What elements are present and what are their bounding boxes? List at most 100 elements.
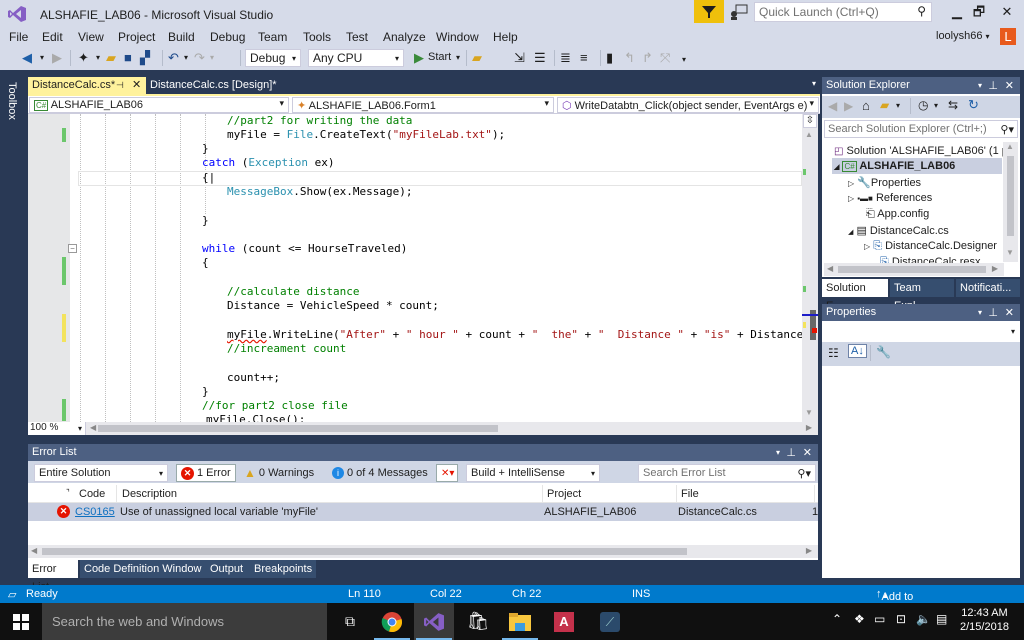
error-list-horizontal-scrollbar[interactable]: ◀ ▶ bbox=[28, 545, 818, 558]
menu-window[interactable]: Window bbox=[436, 30, 479, 44]
scroll-up-arrow[interactable]: ▲ bbox=[805, 130, 813, 139]
class-dropdown[interactable]: ✦ ALSHAFIE_LAB06.Form1 ▾ bbox=[292, 97, 554, 113]
filter-current-document-button[interactable]: ✕▾ bbox=[436, 464, 458, 482]
warnings-filter-button[interactable]: ▲ 0 Warnings bbox=[240, 464, 318, 482]
solution-explorer-vertical-scrollbar[interactable]: ▲ ▼ bbox=[1003, 142, 1018, 262]
error-row[interactable]: ✕ CS0165 Use of unassigned local variabl… bbox=[28, 503, 818, 521]
scroll-right-arrow[interactable]: ▶ bbox=[806, 423, 812, 432]
close-panel-icon[interactable]: ✕ bbox=[1005, 306, 1014, 319]
build-source-dropdown[interactable]: Build + IntelliSense ▾ bbox=[466, 464, 600, 482]
categorized-icon[interactable]: ☷ bbox=[828, 346, 839, 360]
tab-distancecalc-cs[interactable]: DistanceCalc.cs* ⊣ ✕ bbox=[28, 77, 146, 94]
taskbar-clock[interactable]: 12:43 AM 2/15/2018 bbox=[960, 606, 1009, 634]
configuration-dropdown[interactable]: Debug ▾ bbox=[245, 49, 301, 67]
start-play-icon[interactable]: ▶ bbox=[414, 50, 424, 66]
menu-team[interactable]: Team bbox=[258, 30, 287, 44]
menu-debug[interactable]: Debug bbox=[210, 30, 245, 44]
close-tab-icon[interactable]: ✕ bbox=[132, 77, 141, 94]
split-window-button[interactable]: ⇳ bbox=[803, 114, 817, 128]
hscroll-thumb[interactable] bbox=[42, 548, 687, 555]
close-window-button[interactable]: ✕ bbox=[990, 2, 1024, 24]
menu-analyze[interactable]: Analyze bbox=[383, 30, 426, 44]
feedback-icon[interactable] bbox=[730, 4, 748, 20]
pin-icon[interactable]: ⊥ bbox=[988, 306, 998, 319]
panel-dropdown-icon[interactable]: ▾ bbox=[776, 448, 780, 457]
menu-help[interactable]: Help bbox=[493, 30, 518, 44]
battery-icon[interactable]: ▭ bbox=[874, 612, 885, 626]
clear-bookmarks-icon[interactable]: ⤧ bbox=[660, 50, 670, 66]
menu-build[interactable]: Build bbox=[168, 30, 195, 44]
property-pages-wrench-icon[interactable]: 🔧 bbox=[876, 345, 891, 359]
tree-item-references[interactable]: ▷ ▪▬■ References bbox=[848, 192, 932, 204]
scope-dropdown[interactable]: Entire Solution ▾ bbox=[34, 464, 168, 482]
undo-dropdown-icon[interactable]: ▾ bbox=[184, 53, 188, 62]
pin-icon[interactable]: ⊥ bbox=[988, 79, 998, 92]
solution-explorer-horizontal-scrollbar[interactable]: ◀ ▶ bbox=[824, 263, 1004, 276]
tree-item-solution[interactable]: ◰ Solution 'ALSHAFIE_LAB06' (1 pr bbox=[834, 145, 1012, 157]
editor-vertical-scrollbar[interactable]: ⇳ ▲ ▼ bbox=[802, 114, 818, 422]
toolbar-overflow-icon[interactable]: ▾ bbox=[682, 55, 686, 64]
refresh-icon[interactable]: ↻ bbox=[968, 97, 979, 113]
tab-notifications[interactable]: Notificati... bbox=[956, 279, 1020, 297]
menu-test[interactable]: Test bbox=[346, 30, 368, 44]
navigate-forward-icon[interactable]: ▶ bbox=[52, 50, 62, 66]
taskbar-access[interactable]: A bbox=[544, 603, 584, 640]
navigate-back-icon[interactable]: ◀ bbox=[22, 50, 32, 66]
start-button[interactable] bbox=[0, 603, 42, 640]
pin-icon[interactable]: ⊥ bbox=[786, 446, 796, 459]
dropbox-icon[interactable]: ❖ bbox=[854, 612, 865, 626]
pin-icon[interactable]: ⊣ bbox=[116, 77, 124, 94]
column-code[interactable]: Code bbox=[79, 488, 105, 500]
column-project[interactable]: Project bbox=[547, 488, 581, 500]
show-threads-icon[interactable]: ☰ bbox=[534, 50, 546, 66]
toolbox-sidebar[interactable]: Toolbox bbox=[0, 76, 24, 578]
tree-item-project[interactable]: ◢ C# ALSHAFIE_LAB06 bbox=[834, 160, 955, 172]
redo-dropdown-icon[interactable]: ▾ bbox=[210, 53, 214, 62]
outline-collapse-toggle[interactable]: − bbox=[68, 244, 77, 253]
sync-active-document-icon[interactable]: ⇆ bbox=[948, 98, 958, 112]
solution-explorer-search-input[interactable]: Search Solution Explorer (Ctrl+;) ⚲▾ bbox=[824, 120, 1018, 138]
home-icon[interactable]: ⌂ bbox=[862, 98, 870, 113]
action-center-icon[interactable]: ▤ bbox=[936, 612, 947, 626]
project-dropdown[interactable]: C# ALSHAFIE_LAB06 ▾ bbox=[29, 97, 289, 113]
menu-tools[interactable]: Tools bbox=[303, 30, 331, 44]
tree-item-properties[interactable]: ▷ 🔧Properties bbox=[848, 176, 921, 189]
task-view-button[interactable]: ⧉ bbox=[330, 603, 370, 640]
properties-object-dropdown[interactable]: ▾ bbox=[822, 321, 1020, 341]
menu-project[interactable]: Project bbox=[118, 30, 155, 44]
tab-distancecalc-design[interactable]: DistanceCalc.cs [Design]* bbox=[146, 77, 296, 94]
error-code-link[interactable]: CS0165 bbox=[75, 506, 115, 518]
user-avatar[interactable]: L bbox=[1000, 28, 1016, 45]
forward-icon[interactable]: ▶ bbox=[844, 99, 853, 113]
taskbar-mysql-workbench[interactable]: ⟋ bbox=[590, 603, 630, 640]
redo-icon[interactable]: ↷ bbox=[194, 50, 205, 66]
column-file[interactable]: File bbox=[681, 488, 699, 500]
save-icon[interactable]: ■ bbox=[124, 50, 132, 65]
new-project-icon[interactable]: ✦ bbox=[78, 50, 89, 66]
tab-team-explorer[interactable]: Team Expl... bbox=[890, 279, 954, 312]
column-description[interactable]: Description bbox=[122, 488, 177, 500]
tree-item-app-config[interactable]: ⎗ App.config bbox=[866, 208, 929, 221]
pending-changes-filter-icon[interactable]: ◷ bbox=[918, 98, 928, 112]
zoom-dropdown[interactable]: 100 % ▾ bbox=[28, 422, 86, 435]
taskbar-store[interactable]: 🛍 bbox=[458, 603, 498, 640]
tree-item-designer[interactable]: ▷ ⎘ DistanceCalc.Designer bbox=[864, 240, 1004, 253]
find-in-files-icon[interactable]: ▰ bbox=[472, 50, 482, 66]
hscroll-thumb[interactable] bbox=[98, 425, 498, 432]
next-bookmark-icon[interactable]: ↱ bbox=[642, 50, 653, 66]
tab-solution-explorer[interactable]: Solution E... bbox=[822, 279, 888, 312]
back-icon[interactable]: ◀ bbox=[828, 99, 837, 113]
volume-icon[interactable]: 🔈 bbox=[916, 612, 931, 626]
messages-filter-button[interactable]: i0 of 4 Messages bbox=[328, 464, 432, 482]
network-icon[interactable]: ⊡ bbox=[896, 612, 906, 626]
uncomment-lines-icon[interactable]: ≡ bbox=[580, 50, 588, 65]
back-dropdown-icon[interactable]: ▾ bbox=[40, 53, 44, 62]
member-dropdown[interactable]: ⬡ WriteDatabtn_Click(object sender, Even… bbox=[557, 97, 819, 113]
scroll-left-arrow[interactable]: ◀ bbox=[31, 546, 37, 555]
search-error-list-input[interactable]: Search Error List ⚲▾ bbox=[638, 464, 816, 482]
show-hidden-icons-icon[interactable]: ⌃ bbox=[832, 612, 842, 626]
tab-output[interactable]: Output bbox=[206, 560, 250, 578]
taskbar-search-box[interactable]: Search the web and Windows bbox=[42, 603, 327, 640]
step-into-icon[interactable]: ⇲ bbox=[514, 50, 525, 66]
alphabetical-icon[interactable]: A↓ bbox=[848, 344, 867, 358]
